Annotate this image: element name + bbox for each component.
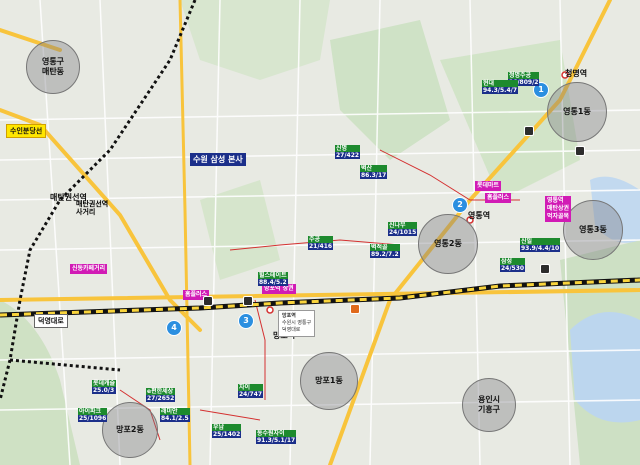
area-label: 영통3동 [579, 225, 607, 234]
apt-label[interactable]: 신명 27/422 [335, 145, 361, 159]
area-circle-mangpo2[interactable]: 망포2동 [102, 402, 158, 458]
area-label: 영통구 매탄동 [41, 57, 65, 76]
poi-lotte-mart[interactable]: 롯데마트 [475, 181, 502, 191]
apt-label[interactable]: 신나무 24/1015 [388, 222, 418, 236]
area-circle-maetan[interactable]: 영통구 매탄동 [26, 40, 80, 94]
map-pin-icon[interactable] [243, 296, 253, 306]
map-popup[interactable]: 망포역 수원시 영통구 덕영대로 [278, 310, 316, 337]
poi-market-street[interactable]: 영통역 매탄상권 먹자골목 [545, 196, 572, 222]
apt-label[interactable]: 주공 21/416 [308, 236, 334, 250]
popup-line: 수원시 영통구 [282, 320, 312, 326]
line-label-suin-bundang: 수인분당선 [6, 124, 47, 138]
map-canvas[interactable]: 영통구 매탄동 영통1동 영통2동 영통3동 망포1동 망포2동 용인시 기흥구… [0, 0, 640, 465]
badge-3[interactable]: 3 [238, 313, 254, 329]
poi-homeplus-yeongtong[interactable]: 홈플러스 [485, 193, 512, 203]
apt-label[interactable]: 아이파크 25/1096 [78, 408, 108, 422]
poi-cafe-street[interactable]: 신동카페거리 [70, 264, 108, 274]
badge-2[interactable]: 2 [452, 197, 468, 213]
popup-title: 망포역 [282, 313, 296, 319]
apt-label[interactable]: 현대 94.3/5.4/7 [482, 80, 518, 94]
poi-samsung-hq[interactable]: 수원 삼성 본사 [190, 153, 246, 166]
apt-label[interactable]: 동수원자이 91.3/5.1/17 [256, 430, 297, 444]
map-pin-icon[interactable] [524, 126, 534, 136]
apt-label[interactable]: 힐스테이트 88.4/5.2 [258, 272, 288, 286]
apt-label[interactable]: 신일 93.9/4.4/10 [520, 238, 561, 252]
apt-label[interactable]: 래미안 84.1/2.5 [160, 408, 190, 422]
area-label: 용인시 기흥구 [477, 395, 501, 414]
apt-label[interactable]: 자이 24/747 [238, 384, 264, 398]
road-label-deogyeong: 덕영대로 [34, 314, 68, 328]
apt-label[interactable]: 롯데캐슬 25.0/3 [92, 380, 117, 394]
area-label: 망포2동 [116, 425, 144, 434]
area-label: 영통2동 [434, 239, 462, 248]
map-pin-icon[interactable] [350, 304, 360, 314]
map-pin-icon[interactable] [203, 296, 213, 306]
popup-line: 덕영대로 [282, 327, 301, 333]
area-circle-yeongtong2[interactable]: 영통2동 [418, 214, 478, 274]
station-cheongmyeong[interactable]: 청명역 [565, 68, 587, 79]
badge-4[interactable]: 4 [166, 320, 182, 336]
area-label: 영통1동 [563, 107, 591, 116]
station-yeongtong[interactable]: 영통역 [468, 210, 490, 221]
area-circle-giheung[interactable]: 용인시 기흥구 [462, 378, 516, 432]
area-circle-yeongtong1[interactable]: 영통1동 [547, 82, 607, 142]
apt-label[interactable]: 벽적골 89.2/7.2 [370, 244, 400, 258]
apt-label[interactable]: 삼성 24/530 [500, 258, 526, 272]
apt-label[interactable]: e편한세상 27/2652 [146, 388, 176, 402]
map-pin-icon[interactable] [540, 264, 550, 274]
apt-label[interactable]: 벽산 86.3/17 [360, 165, 388, 179]
area-circle-mangpo1[interactable]: 망포1동 [300, 352, 358, 410]
map-pin-icon[interactable] [575, 146, 585, 156]
area-circle-yeongtong3[interactable]: 영통3동 [563, 200, 623, 260]
area-label: 망포1동 [315, 376, 343, 385]
apt-label[interactable]: 우남 25/1402 [212, 424, 242, 438]
intersection-label: 매탄권선역 사거리 [76, 200, 109, 216]
